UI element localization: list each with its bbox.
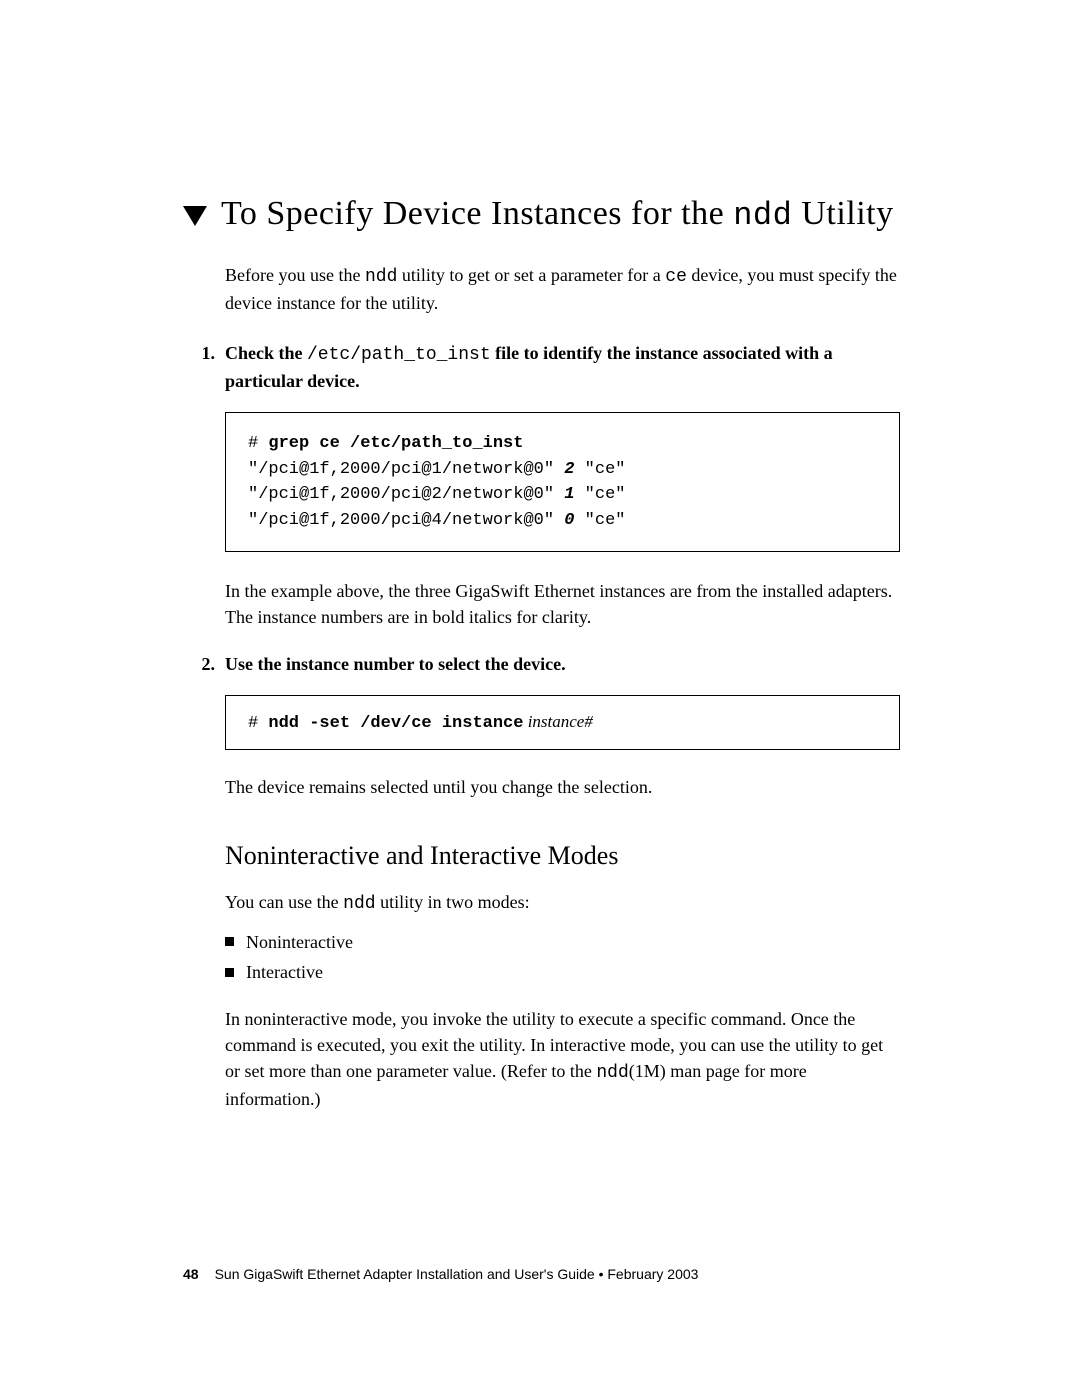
step-2-number: 2. [183,651,215,677]
page-number: 48 [183,1266,199,1282]
footer-title: Sun GigaSwift Ethernet Adapter Installat… [215,1266,699,1282]
heading-post: Utility [792,195,893,232]
step-2: 2. Use the instance number to select the… [183,651,900,677]
intro-paragraph: Before you use the ndd utility to get or… [225,262,900,316]
subsection-heading: Noninteractive and Interactive Modes [225,841,900,871]
modes-paragraph: In noninteractive mode, you invoke the u… [225,1006,900,1112]
heading-code: ndd [733,197,792,234]
heading-text: To Specify Device Instances for the ndd … [221,195,894,234]
code-block-1: # grep ce /etc/path_to_inst "/pci@1f,200… [225,412,900,552]
square-bullet-icon [225,968,234,977]
step-1-number: 1. [183,340,215,394]
square-bullet-icon [225,937,234,946]
heading-pre: To Specify Device Instances for the [221,195,733,232]
step-1-text: Check the /etc/path_to_inst file to iden… [225,340,900,394]
paragraph-after-code2: The device remains selected until you ch… [225,774,900,800]
section-heading: To Specify Device Instances for the ndd … [183,195,900,234]
list-item: Interactive [225,957,900,988]
paragraph-after-code1: In the example above, the three GigaSwif… [225,578,900,630]
code-block-2: # ndd -set /dev/ce instance instance# [225,695,900,751]
triangle-down-icon [183,206,207,226]
two-modes-intro: You can use the ndd utility in two modes… [225,889,900,917]
modes-list: Noninteractive Interactive [225,927,900,988]
step-2-text: Use the instance number to select the de… [225,651,900,677]
step-1: 1. Check the /etc/path_to_inst file to i… [183,340,900,394]
document-page: To Specify Device Instances for the ndd … [0,0,1080,1397]
list-item: Noninteractive [225,927,900,958]
page-footer: 48 Sun GigaSwift Ethernet Adapter Instal… [183,1266,900,1282]
